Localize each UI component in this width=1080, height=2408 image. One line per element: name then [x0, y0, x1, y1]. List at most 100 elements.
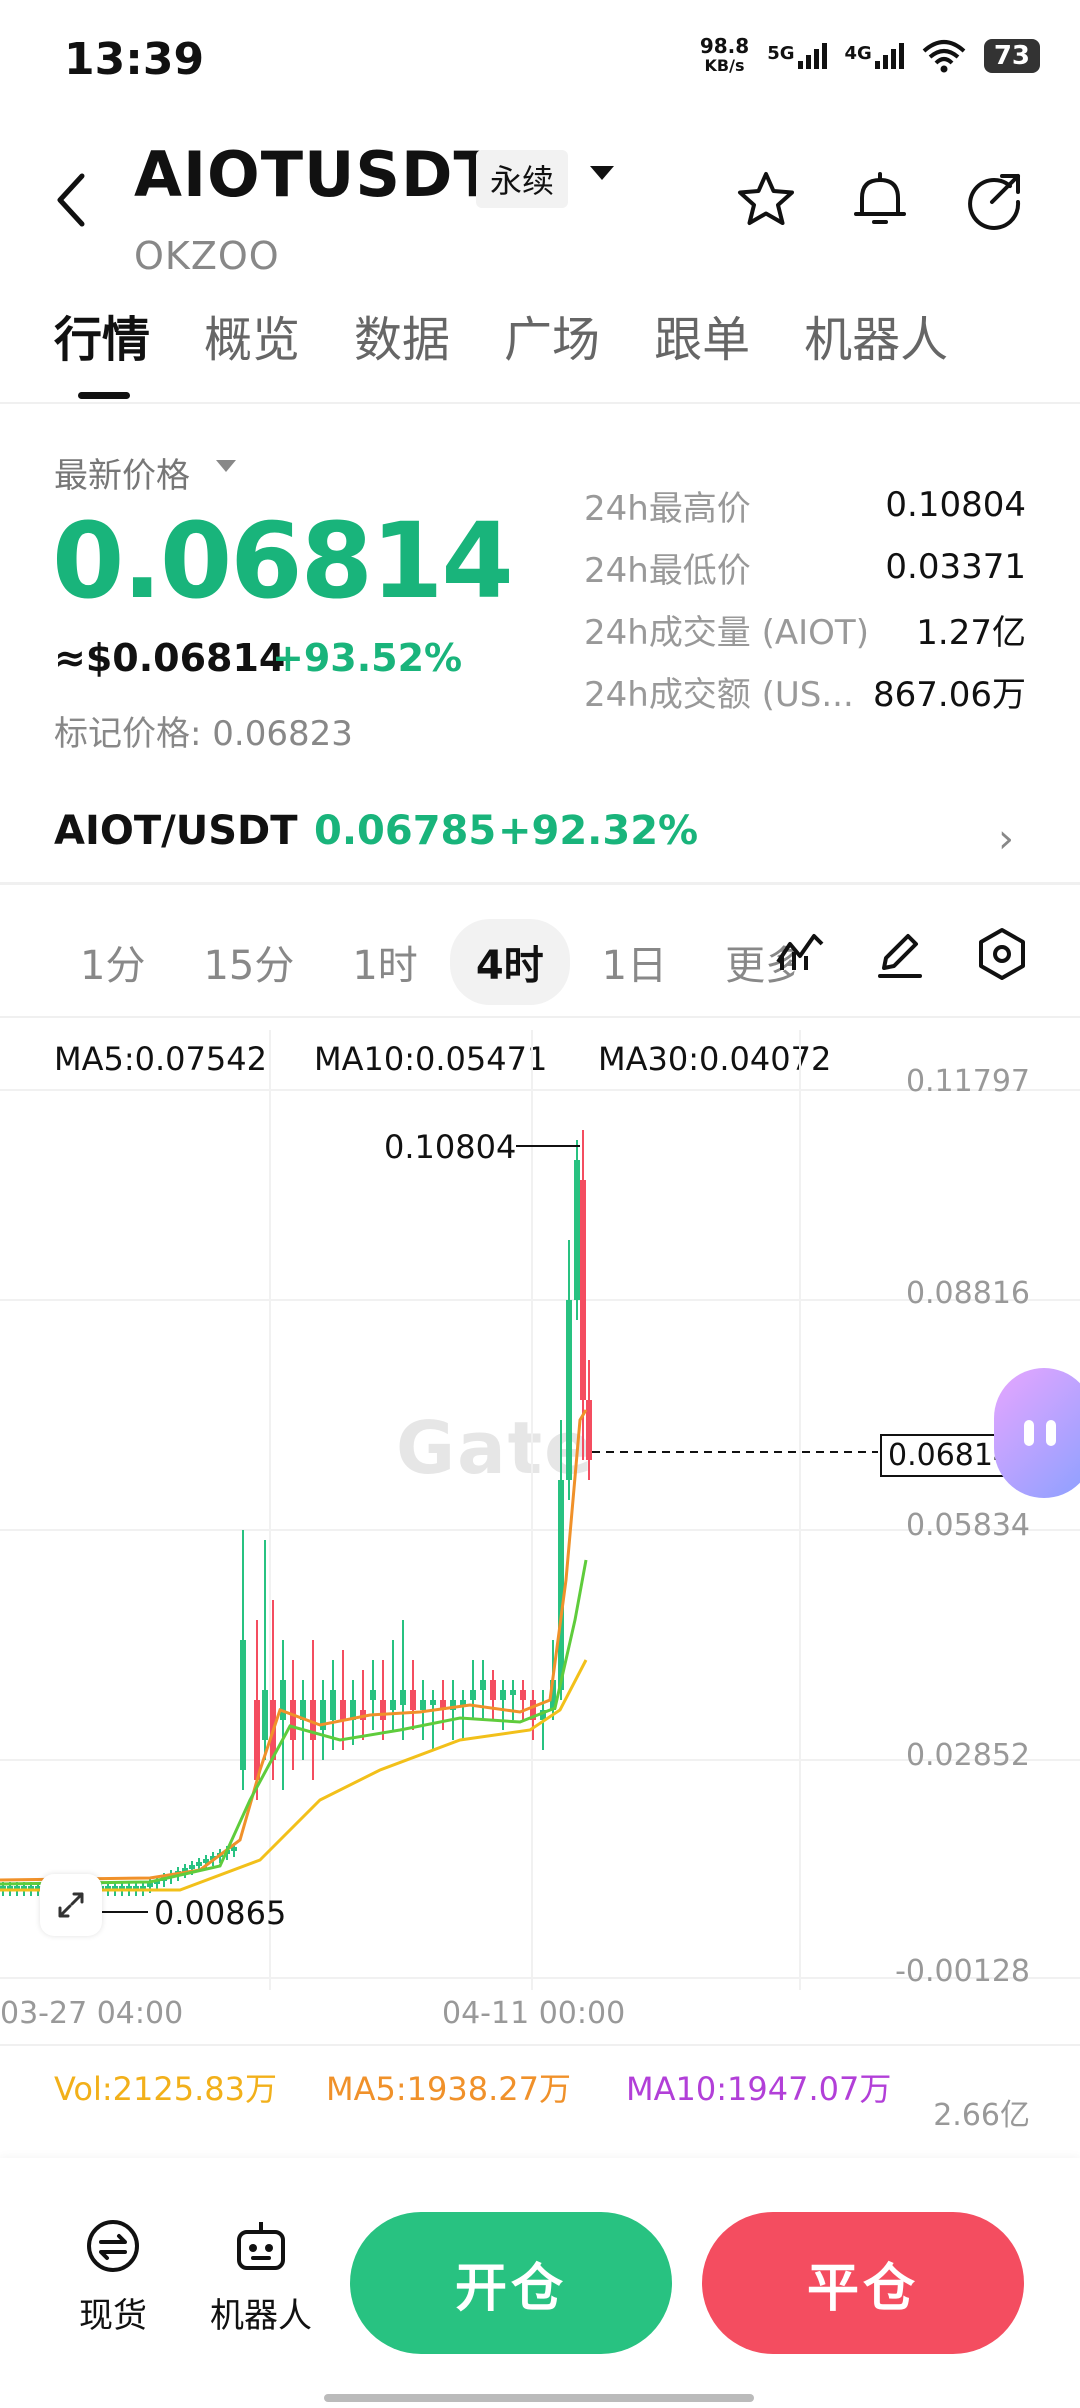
ma5-line — [0, 1409, 588, 1882]
assistant-bubble[interactable] — [994, 1368, 1080, 1498]
caret-down-icon[interactable] — [216, 460, 236, 472]
section-tabs: 行情 概览 数据 广场 跟单 机器人 — [54, 300, 948, 370]
tab-data[interactable]: 数据 — [354, 300, 450, 370]
price-change-percent: +93.52% — [272, 636, 463, 680]
candle-body — [370, 1690, 376, 1700]
tab-overview[interactable]: 概览 — [204, 300, 300, 370]
settings-hex-icon[interactable] — [974, 926, 1030, 982]
interval-1m[interactable]: 1分 — [54, 919, 171, 1005]
stat-24h-high: 24h最高价 0.10804 — [584, 485, 1026, 529]
tab-robot[interactable]: 机器人 — [804, 300, 948, 370]
project-subtitle: OKZOO — [134, 234, 280, 278]
candle-body — [147, 1883, 153, 1887]
candle-body — [500, 1690, 506, 1700]
divider — [0, 402, 1080, 404]
candle-body — [380, 1700, 386, 1720]
signal-5g-icon: 5G — [767, 43, 827, 69]
interval-1h[interactable]: 1时 — [326, 919, 443, 1005]
close-position-button[interactable]: 平仓 — [702, 2212, 1024, 2354]
tab-market[interactable]: 行情 — [54, 300, 150, 370]
usd-price: ≈$0.06814 — [54, 636, 286, 680]
stats-panel: 24h最高价 0.10804 24h最低价 0.03371 24h成交量 (AIOT… — [584, 474, 1026, 722]
candle-body — [290, 1700, 296, 1740]
y-tick-label: 0.02852 — [905, 1738, 1030, 1773]
y-tick-label: 0.11797 — [905, 1064, 1030, 1099]
spot-price: 0.06785 — [314, 808, 497, 854]
back-arrow-icon[interactable] — [52, 170, 92, 230]
candle-body — [574, 1160, 580, 1300]
divider — [0, 882, 1080, 885]
draw-pen-icon[interactable] — [872, 926, 928, 982]
candle-body — [520, 1690, 526, 1700]
stat-24h-volume: 24h成交量 (AIOT) 1.27亿 — [584, 612, 1026, 653]
latest-price-label[interactable]: 最新价格 — [54, 448, 190, 497]
y-tick-label: -0.00128 — [895, 1954, 1030, 1989]
collapse-arrows-icon — [58, 1892, 84, 1918]
candle-body — [510, 1690, 516, 1695]
candle-body — [390, 1700, 396, 1710]
candle-body — [340, 1700, 346, 1720]
robot-nav[interactable]: 机器人 — [206, 2214, 316, 2337]
last-price: 0.06814 — [52, 500, 514, 622]
active-tab-indicator — [78, 392, 130, 399]
volume-ma10-legend: MA10:1947.07万 — [626, 2070, 892, 2108]
tab-copy-trade[interactable]: 跟单 — [654, 300, 750, 370]
x-tick-label: 03-27 04:00 — [0, 1996, 184, 2031]
divider — [0, 1016, 1080, 1018]
robot-icon — [237, 2222, 285, 2270]
star-icon[interactable] — [734, 168, 798, 232]
stat-24h-turnover: 24h成交额 (US... 867.06万 — [584, 674, 1026, 715]
interval-1d[interactable]: 1日 — [576, 919, 693, 1005]
candle-body — [420, 1700, 426, 1710]
volume-legend: Vol:2125.83万 — [54, 2070, 277, 2108]
status-icons: 98.8 KB/s 5G 4G 73 — [700, 36, 1040, 76]
high-marker-label: 0.10804 — [384, 1128, 517, 1166]
candle-body — [480, 1680, 486, 1690]
mark-price: 标记价格: 0.06823 — [54, 714, 353, 754]
candle-body — [410, 1690, 416, 1710]
wifi-icon — [922, 40, 966, 73]
spot-change: +92.32% — [498, 808, 699, 854]
volume-ma5-legend: MA5:1938.27万 — [326, 2070, 571, 2108]
volume-y-max: 2.66亿 — [933, 2098, 1030, 2133]
symbol-title[interactable]: AIOTUSDT — [134, 138, 497, 211]
contract-type-badge[interactable]: 永续 — [476, 150, 569, 208]
exchange-icon — [87, 2220, 139, 2272]
divider — [0, 2044, 1080, 2046]
indicator-icon[interactable] — [772, 926, 828, 982]
bell-icon[interactable] — [848, 168, 912, 232]
stat-24h-low: 24h最低价 0.03371 — [584, 547, 1026, 591]
candle-body — [196, 1862, 202, 1866]
fullscreen-toggle[interactable] — [40, 1874, 102, 1936]
x-tick-label: 04-11 00:00 — [442, 1996, 626, 2031]
net-speed: 98.8 KB/s — [699, 34, 750, 75]
candle-body — [330, 1690, 336, 1720]
candle-body — [586, 1400, 592, 1460]
y-tick-label: 0.08816 — [905, 1276, 1030, 1311]
y-tick-label: 0.05834 — [905, 1508, 1030, 1543]
candle-body — [558, 1480, 564, 1690]
candle-body — [189, 1865, 195, 1869]
home-indicator[interactable] — [324, 2394, 754, 2402]
candle-body — [490, 1680, 496, 1700]
candle-body — [566, 1300, 572, 1480]
tab-square[interactable]: 广场 — [504, 300, 600, 370]
share-icon[interactable] — [962, 168, 1026, 232]
candle-body — [580, 1180, 586, 1400]
low-marker-label: 0.00865 — [154, 1894, 287, 1932]
status-time: 13:39 — [64, 34, 205, 85]
spot-nav[interactable]: 现货 — [58, 2214, 168, 2337]
candle-body — [280, 1680, 286, 1720]
chevron-down-icon[interactable] — [590, 166, 614, 180]
interval-15m[interactable]: 15分 — [177, 919, 320, 1005]
interval-4h[interactable]: 4时 — [449, 919, 570, 1005]
open-position-button[interactable]: 开仓 — [350, 2212, 672, 2354]
signal-4g-icon: 4G — [845, 43, 904, 69]
candle-body — [430, 1700, 436, 1705]
chevron-right-icon[interactable]: › — [998, 816, 1014, 862]
candle-body — [262, 1690, 268, 1740]
candle-body — [400, 1690, 406, 1705]
candle-body — [470, 1690, 476, 1700]
battery-indicator: 73 — [983, 39, 1040, 73]
spot-pair[interactable]: AIOT/USDT — [54, 808, 298, 854]
